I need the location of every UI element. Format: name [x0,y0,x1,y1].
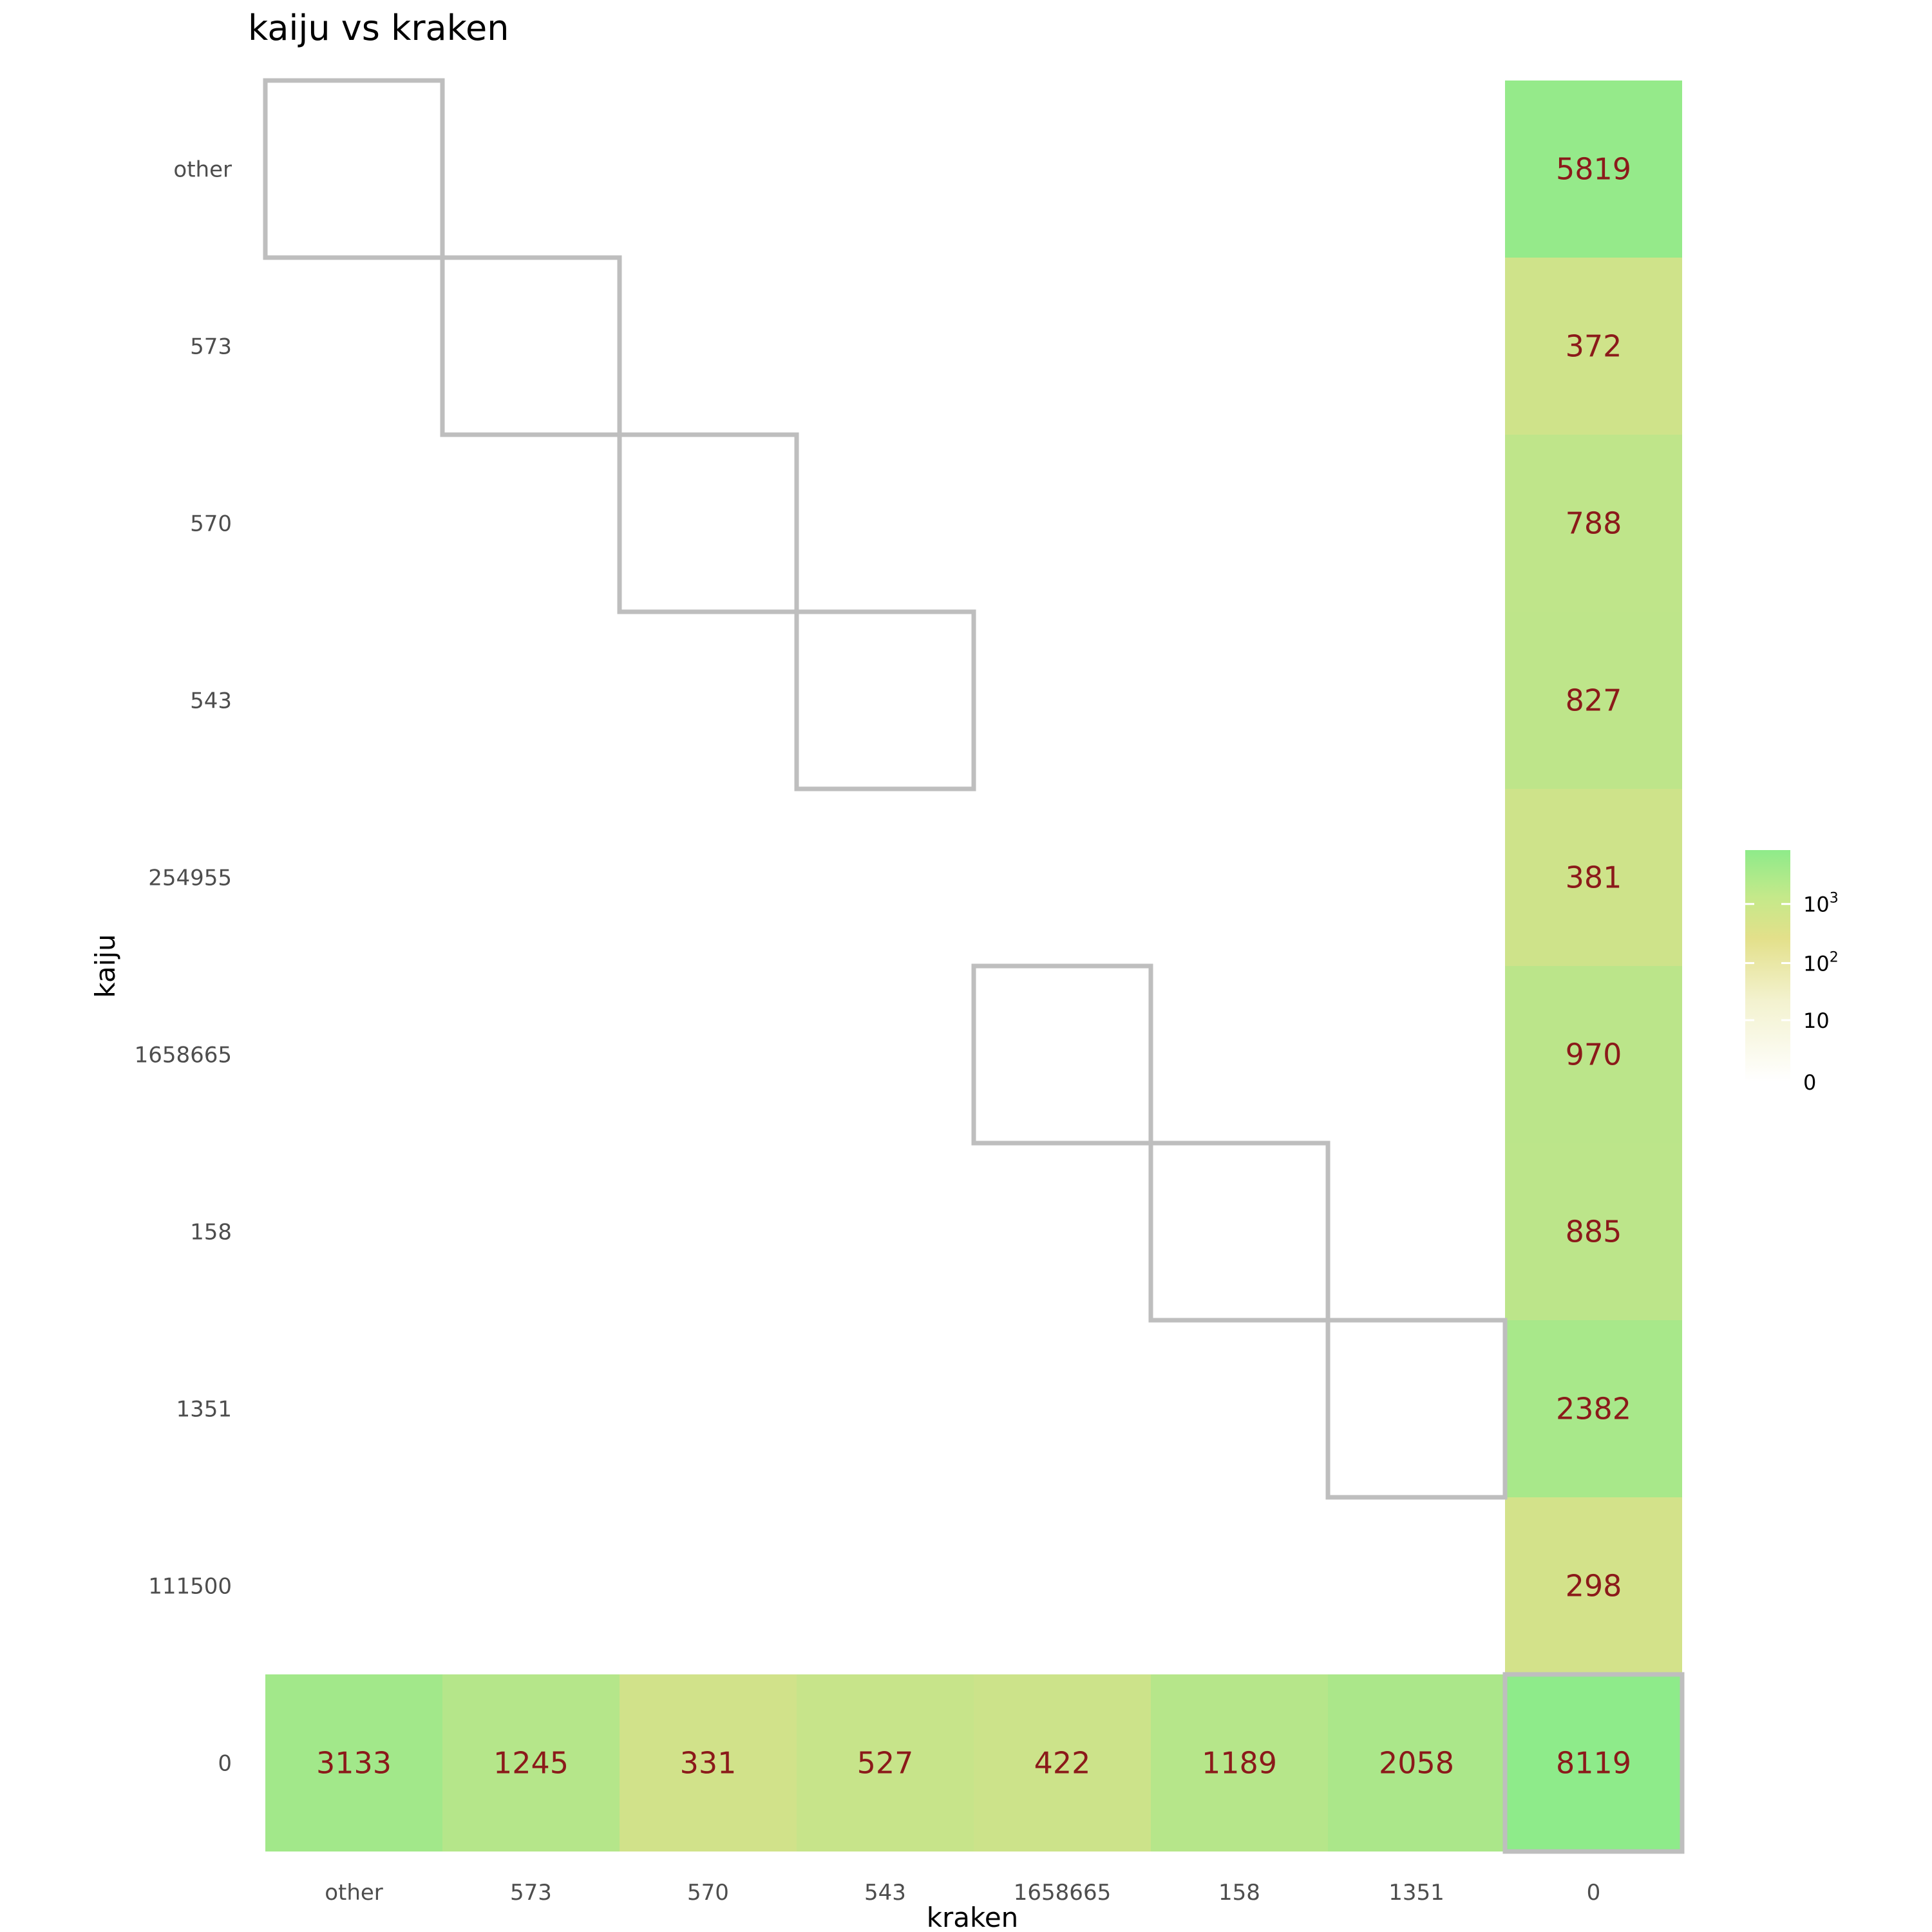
cell-value-label: 2382 [1556,1392,1631,1426]
x-tick-label: other [325,1880,383,1906]
x-tick-label: 1658665 [1014,1880,1111,1906]
y-tick-label: 570 [190,511,232,537]
cell-value-label: 827 [1566,683,1622,718]
cell-value-label: 5819 [1556,152,1631,187]
y-tick-label: other [173,157,232,183]
y-tick-label: 0 [218,1751,232,1777]
cell-value-label: 372 [1566,329,1622,364]
legend-tick-label: 102 [1803,949,1839,976]
cell-value-label: 8119 [1556,1746,1631,1781]
x-axis-title: kraken [927,1902,1019,1932]
diagonal-cell-outline [263,78,445,260]
legend-tick-label: 0 [1803,1070,1816,1095]
legend-tick-label: 103 [1803,891,1839,917]
legend-tick-label: 10 [1803,1009,1830,1033]
chart-title: kaiju vs kraken [248,8,509,48]
diagonal-cell-outline [1148,1141,1331,1323]
diagonal-cell-outline [794,609,976,791]
y-tick-label: 573 [190,334,232,360]
color-legend-bar [1745,850,1790,1082]
y-tick-label: 1351 [176,1397,232,1423]
cell-value-label: 331 [680,1746,737,1781]
diagonal-cell-outline [1325,1318,1508,1500]
cell-value-label: 2058 [1379,1746,1454,1781]
diagonal-outlines [263,78,1685,1854]
cell-value-label: 527 [857,1746,914,1781]
cell-value-label: 381 [1566,860,1622,895]
x-tick-label: 0 [1587,1880,1601,1906]
cell-value-label: 788 [1566,506,1622,541]
diagonal-cell-outline [617,432,799,614]
x-tick-label: 1351 [1388,1880,1444,1906]
heatmap-chart: kaiju vs kraken kraken kaiju 5819 372 788 8… [90,8,1839,1932]
cell-value-label: 885 [1566,1215,1622,1249]
y-axis-ticks: other 573 570 543 254955 1658665 158 1351 111500… [135,157,232,1777]
cell-value-label: 422 [1034,1746,1091,1781]
x-tick-label: 570 [687,1880,729,1906]
y-axis-title: kaiju [90,934,121,998]
x-tick-label: 543 [864,1880,906,1906]
x-tick-label: 158 [1218,1880,1260,1906]
cell-value-label: 1245 [493,1746,569,1781]
y-tick-label: 111500 [148,1574,232,1600]
x-tick-label: 573 [510,1880,552,1906]
y-tick-label: 543 [190,688,232,714]
diagonal-cell-outline [971,963,1153,1146]
y-tick-label: 1658665 [135,1043,232,1068]
cell-value-label: 1189 [1202,1746,1277,1781]
cell-value-label: 970 [1566,1037,1622,1072]
y-tick-label: 254955 [148,866,232,891]
cell-value-label: 298 [1566,1569,1622,1604]
diagonal-cell-outline [440,255,622,437]
color-legend: 0 10 102 103 [1745,850,1839,1095]
y-tick-label: 158 [190,1220,232,1245]
cell-value-label: 3133 [316,1746,392,1781]
